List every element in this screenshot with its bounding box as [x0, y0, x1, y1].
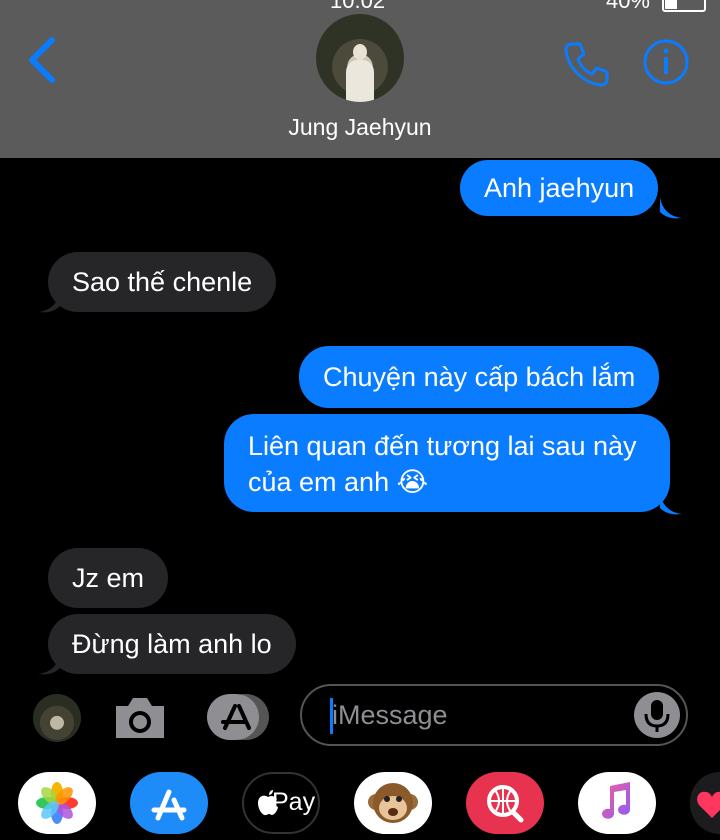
app-store-icon	[151, 789, 187, 821]
info-icon	[643, 39, 689, 85]
message-bubble-incoming[interactable]: Sao thế chenle	[48, 252, 277, 312]
message-bubble-outgoing[interactable]: Liên quan đến tương lai sau này của em a…	[224, 414, 670, 512]
battery-percent: 40%	[605, 0, 650, 13]
music-app-button[interactable]	[578, 772, 656, 834]
message-bubble-incoming[interactable]: Đừng làm anh lo	[48, 614, 296, 674]
call-button[interactable]	[562, 38, 612, 88]
bubble-tail	[38, 292, 60, 313]
battery-icon	[662, 0, 706, 12]
apple-pay-button[interactable]: Pay	[242, 772, 320, 834]
message-text-line: Liên quan đến tương lai sau này	[248, 431, 637, 461]
photos-app-button[interactable]	[18, 772, 96, 834]
app-store-app-button[interactable]	[130, 772, 208, 834]
app-store-button[interactable]	[205, 692, 271, 742]
info-button[interactable]	[642, 38, 690, 86]
contact-name[interactable]: Jung Jaehyun	[0, 114, 720, 141]
message-text: Anh jaehyun	[484, 173, 635, 203]
digital-touch-app-button[interactable]	[690, 772, 720, 834]
status-time: 10:02	[330, 0, 386, 13]
photos-icon	[36, 782, 78, 824]
microphone-icon	[644, 700, 670, 732]
message-bubble-incoming[interactable]: Jz em	[48, 548, 169, 608]
heart-icon	[697, 791, 720, 818]
bubble-tail	[660, 198, 682, 219]
bubble-tail	[660, 494, 682, 515]
animoji-app-button[interactable]	[354, 772, 432, 834]
message-placeholder: iMessage	[332, 700, 448, 730]
images-search-app-button[interactable]	[466, 772, 544, 834]
message-text: Đừng làm anh lo	[72, 629, 272, 659]
message-input[interactable]: iMessage	[300, 684, 688, 746]
chevron-left-icon	[29, 37, 55, 83]
message-bubble-outgoing[interactable]: Chuyện này cấp bách lắm	[299, 346, 660, 408]
music-note-icon	[602, 782, 630, 819]
dictation-button[interactable]	[634, 692, 680, 738]
app-drawer: Pay	[0, 760, 720, 840]
app-store-icon	[207, 694, 269, 740]
contact-avatar[interactable]	[316, 14, 404, 102]
phone-icon	[564, 42, 609, 87]
message-text-line: của em anh 😭	[248, 467, 429, 497]
bubble-tail	[38, 654, 60, 675]
monkey-icon	[368, 783, 418, 823]
message-text: Jz em	[72, 563, 145, 593]
message-bubble-outgoing[interactable]: Anh jaehyun	[460, 160, 659, 216]
conversation-header: 10:02 40% Jung Jaehyun	[0, 0, 720, 158]
back-button[interactable]	[24, 36, 64, 84]
apple-pay-label: Pay	[272, 788, 316, 816]
memoji-avatar[interactable]	[33, 694, 81, 742]
camera-button[interactable]	[112, 694, 168, 742]
message-text: Chuyện này cấp bách lắm	[323, 362, 636, 392]
message-text: Sao thế chenle	[72, 267, 253, 297]
globe-search-icon	[487, 785, 524, 823]
camera-icon	[116, 698, 164, 738]
